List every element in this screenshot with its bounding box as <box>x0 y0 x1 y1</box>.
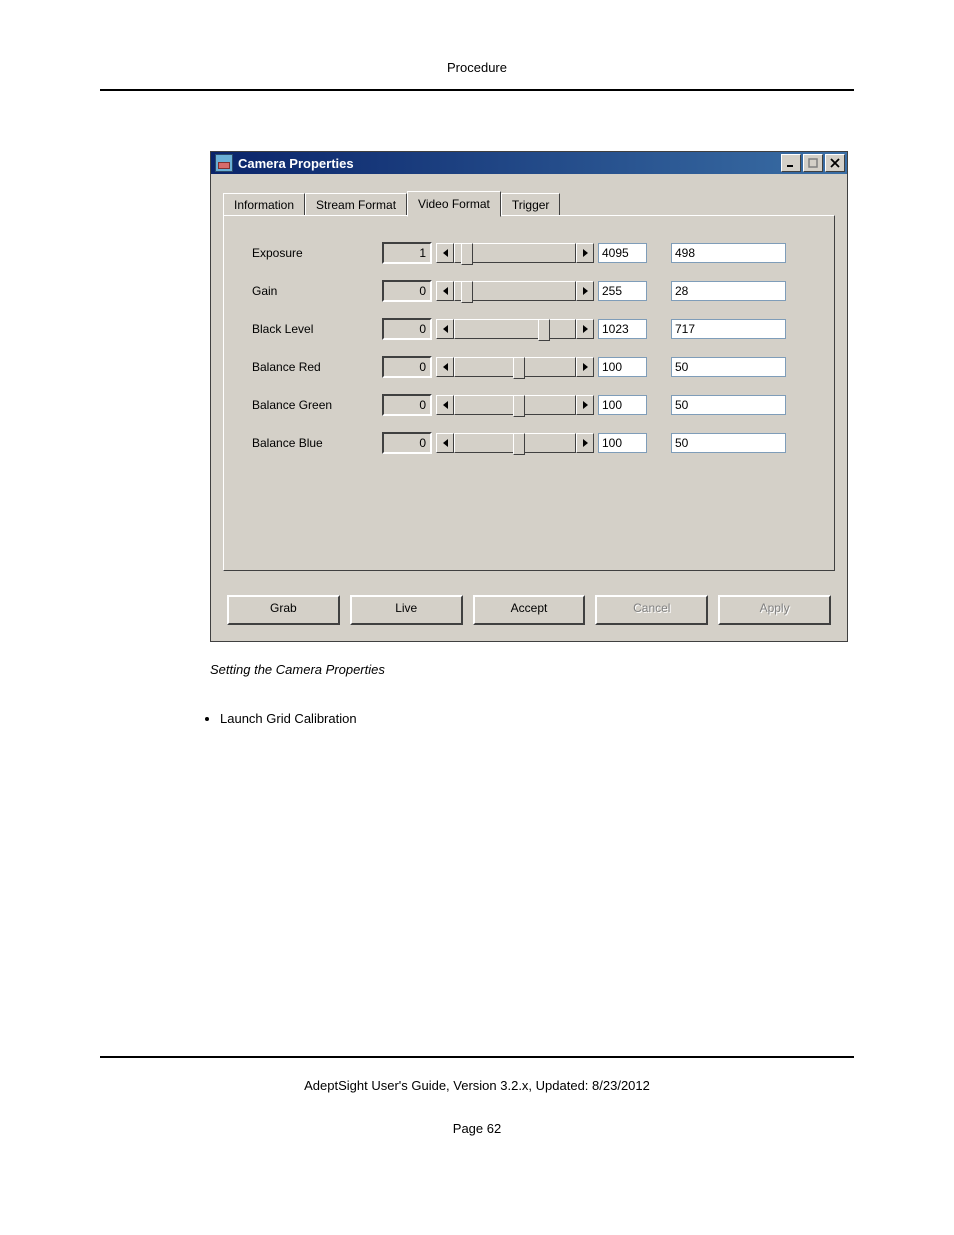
min-black-level: 0 <box>382 318 432 340</box>
balance-blue-slider-thumb[interactable] <box>513 433 525 455</box>
live-button[interactable]: Live <box>350 595 463 625</box>
app-icon <box>215 154 233 172</box>
balance-red-slider-thumb[interactable] <box>513 357 525 379</box>
dialog-button-row: Grab Live Accept Cancel Apply <box>211 581 847 641</box>
balance-green-increment[interactable] <box>576 395 594 415</box>
min-balance-green: 0 <box>382 394 432 416</box>
balance-blue-slider[interactable] <box>454 433 576 453</box>
label-balance-green: Balance Green <box>252 398 382 412</box>
figure-caption: Setting the Camera Properties <box>210 662 854 677</box>
triangle-right-icon <box>583 325 588 333</box>
triangle-right-icon <box>583 249 588 257</box>
gain-slider[interactable] <box>454 281 576 301</box>
balance-red-increment[interactable] <box>576 357 594 377</box>
balance-red-slider[interactable] <box>454 357 576 377</box>
label-balance-blue: Balance Blue <box>252 436 382 450</box>
triangle-left-icon <box>443 401 448 409</box>
triangle-left-icon <box>443 363 448 371</box>
black-level-increment[interactable] <box>576 319 594 339</box>
triangle-right-icon <box>583 363 588 371</box>
page-header-title: Procedure <box>100 60 854 91</box>
balance-red-decrement[interactable] <box>436 357 454 377</box>
row-exposure: Exposure 1 4095 498 <box>252 242 814 264</box>
value-black-level[interactable]: 717 <box>671 319 786 339</box>
max-black-level: 1023 <box>598 319 647 339</box>
triangle-right-icon <box>583 439 588 447</box>
triangle-left-icon <box>443 325 448 333</box>
exposure-slider-thumb[interactable] <box>461 243 473 265</box>
grab-button[interactable]: Grab <box>227 595 340 625</box>
window-buttons <box>781 154 845 172</box>
label-gain: Gain <box>252 284 382 298</box>
gain-increment[interactable] <box>576 281 594 301</box>
footer-line: AdeptSight User's Guide, Version 3.2.x, … <box>100 1056 854 1093</box>
max-balance-red: 100 <box>598 357 647 377</box>
minimize-button[interactable] <box>781 154 801 172</box>
triangle-left-icon <box>443 287 448 295</box>
value-gain[interactable]: 28 <box>671 281 786 301</box>
maximize-button <box>803 154 823 172</box>
tabs: Information Stream Format Video Format T… <box>223 190 835 216</box>
row-balance-green: Balance Green 0 100 50 <box>252 394 814 416</box>
exposure-slider[interactable] <box>454 243 576 263</box>
max-balance-green: 100 <box>598 395 647 415</box>
min-balance-blue: 0 <box>382 432 432 454</box>
balance-blue-decrement[interactable] <box>436 433 454 453</box>
bullet-list: Launch Grid Calibration <box>180 711 854 726</box>
row-gain: Gain 0 255 28 <box>252 280 814 302</box>
row-balance-red: Balance Red 0 100 50 <box>252 356 814 378</box>
black-level-slider-thumb[interactable] <box>538 319 550 341</box>
apply-button: Apply <box>718 595 831 625</box>
triangle-left-icon <box>443 249 448 257</box>
dialog-title: Camera Properties <box>238 156 781 171</box>
label-exposure: Exposure <box>252 246 382 260</box>
row-balance-blue: Balance Blue 0 100 50 <box>252 432 814 454</box>
balance-blue-increment[interactable] <box>576 433 594 453</box>
triangle-left-icon <box>443 439 448 447</box>
min-balance-red: 0 <box>382 356 432 378</box>
value-exposure[interactable]: 498 <box>671 243 786 263</box>
balance-green-decrement[interactable] <box>436 395 454 415</box>
tab-stream-format[interactable]: Stream Format <box>305 193 407 216</box>
page-number: Page 62 <box>100 1121 854 1136</box>
max-exposure: 4095 <box>598 243 647 263</box>
close-button[interactable] <box>825 154 845 172</box>
black-level-slider[interactable] <box>454 319 576 339</box>
triangle-right-icon <box>583 287 588 295</box>
max-balance-blue: 100 <box>598 433 647 453</box>
triangle-right-icon <box>583 401 588 409</box>
exposure-increment[interactable] <box>576 243 594 263</box>
black-level-decrement[interactable] <box>436 319 454 339</box>
page: Procedure Camera Properties Information … <box>0 0 954 1235</box>
camera-properties-dialog: Camera Properties Information Stream For… <box>210 151 848 642</box>
exposure-decrement[interactable] <box>436 243 454 263</box>
gain-slider-thumb[interactable] <box>461 281 473 303</box>
value-balance-blue[interactable]: 50 <box>671 433 786 453</box>
tab-information[interactable]: Information <box>223 193 305 216</box>
row-black-level: Black Level 0 1023 717 <box>252 318 814 340</box>
tab-trigger[interactable]: Trigger <box>501 193 561 216</box>
label-black-level: Black Level <box>252 322 382 336</box>
tab-panel-video-format: Exposure 1 4095 498 Gain 0 255 28 <box>223 215 835 571</box>
balance-green-slider-thumb[interactable] <box>513 395 525 417</box>
balance-green-slider[interactable] <box>454 395 576 415</box>
gain-decrement[interactable] <box>436 281 454 301</box>
label-balance-red: Balance Red <box>252 360 382 374</box>
list-item: Launch Grid Calibration <box>220 711 854 726</box>
tab-video-format[interactable]: Video Format <box>407 191 501 217</box>
cancel-button: Cancel <box>595 595 708 625</box>
min-gain: 0 <box>382 280 432 302</box>
max-gain: 255 <box>598 281 647 301</box>
value-balance-red[interactable]: 50 <box>671 357 786 377</box>
value-balance-green[interactable]: 50 <box>671 395 786 415</box>
min-exposure: 1 <box>382 242 432 264</box>
titlebar: Camera Properties <box>211 152 847 174</box>
dialog-body: Information Stream Format Video Format T… <box>211 174 847 581</box>
accept-button[interactable]: Accept <box>473 595 586 625</box>
